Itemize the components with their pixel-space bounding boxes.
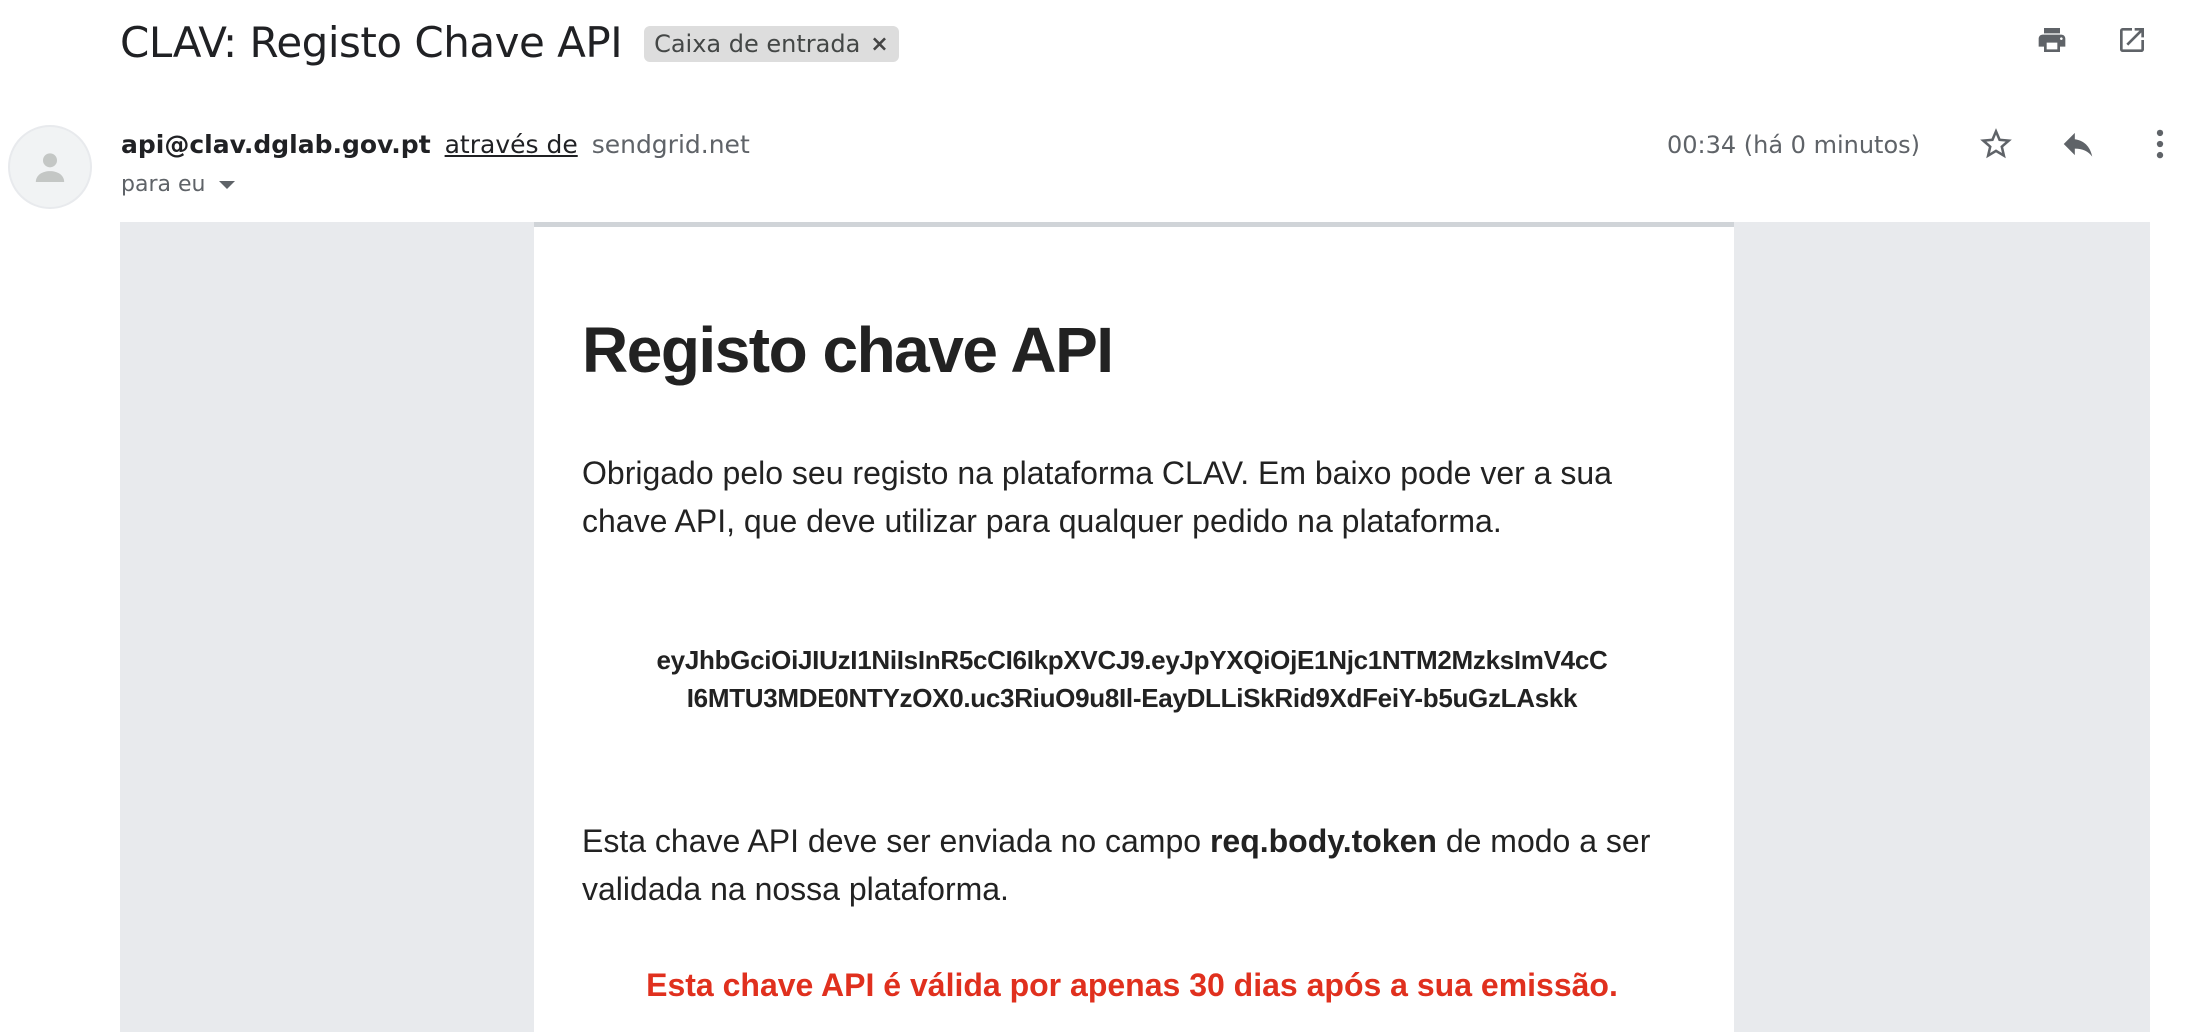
field-text-before: Esta chave API deve ser enviada no campo bbox=[582, 823, 1210, 859]
sender-line: api@clav.dglab.gov.pt através de sendgri… bbox=[121, 130, 750, 159]
person-icon bbox=[35, 153, 65, 182]
email-body: Registo chave API Obrigado pelo seu regi… bbox=[120, 222, 2150, 1032]
validity-warning: Esta chave API é válida por apenas 30 di… bbox=[646, 967, 1618, 1003]
via-domain: sendgrid.net bbox=[591, 130, 750, 159]
reply-icon[interactable] bbox=[2058, 124, 2098, 164]
body-title: Registo chave API bbox=[582, 314, 1114, 386]
print-icon[interactable] bbox=[2032, 20, 2072, 60]
subject-row: CLAV: Registo Chave API Caixa de entrada… bbox=[120, 12, 899, 72]
intro-paragraph: Obrigado pelo seu registo na plataforma … bbox=[582, 455, 1612, 539]
top-actions bbox=[2032, 20, 2152, 60]
email-view: CLAV: Registo Chave API Caixa de entrada… bbox=[0, 0, 2200, 1032]
recipients-text: para eu bbox=[121, 172, 206, 197]
message-time: 00:34 (há 0 minutos) bbox=[1666, 131, 1920, 159]
email-subject: CLAV: Registo Chave API bbox=[120, 17, 623, 67]
via-link[interactable]: através de bbox=[445, 130, 578, 159]
label-chip-text: Caixa de entrada bbox=[654, 30, 861, 58]
message-actions bbox=[1976, 124, 2180, 164]
recipients-toggle[interactable]: para eu bbox=[121, 172, 236, 197]
token-line-2: I6MTU3MDE0NTYzOX0.uc3RiuO9u8Il-EayDLLiSk… bbox=[686, 683, 1578, 713]
remove-label-icon[interactable]: × bbox=[870, 32, 888, 57]
label-chip-inbox[interactable]: Caixa de entrada × bbox=[644, 26, 899, 62]
chevron-down-icon bbox=[219, 180, 236, 189]
open-in-new-window-icon[interactable] bbox=[2112, 20, 2152, 60]
token-line-1: eyJhbGciOiJIUzI1NiIsInR5cCI6IkpXVCJ9.eyJ… bbox=[656, 645, 1608, 675]
more-vert-icon[interactable] bbox=[2140, 124, 2180, 164]
sender-email[interactable]: api@clav.dglab.gov.pt bbox=[121, 130, 431, 159]
star-icon[interactable] bbox=[1976, 124, 2016, 164]
token-field-paragraph: Esta chave API deve ser enviada no campo… bbox=[582, 817, 1692, 913]
api-key-token[interactable]: eyJhbGciOiJIUzI1NiIsInR5cCI6IkpXVCJ9.eyJ… bbox=[582, 641, 1682, 717]
email-card: Registo chave API Obrigado pelo seu regi… bbox=[534, 222, 1734, 1032]
field-name: req.body.token bbox=[1209, 823, 1437, 859]
sender-avatar[interactable] bbox=[8, 125, 92, 209]
